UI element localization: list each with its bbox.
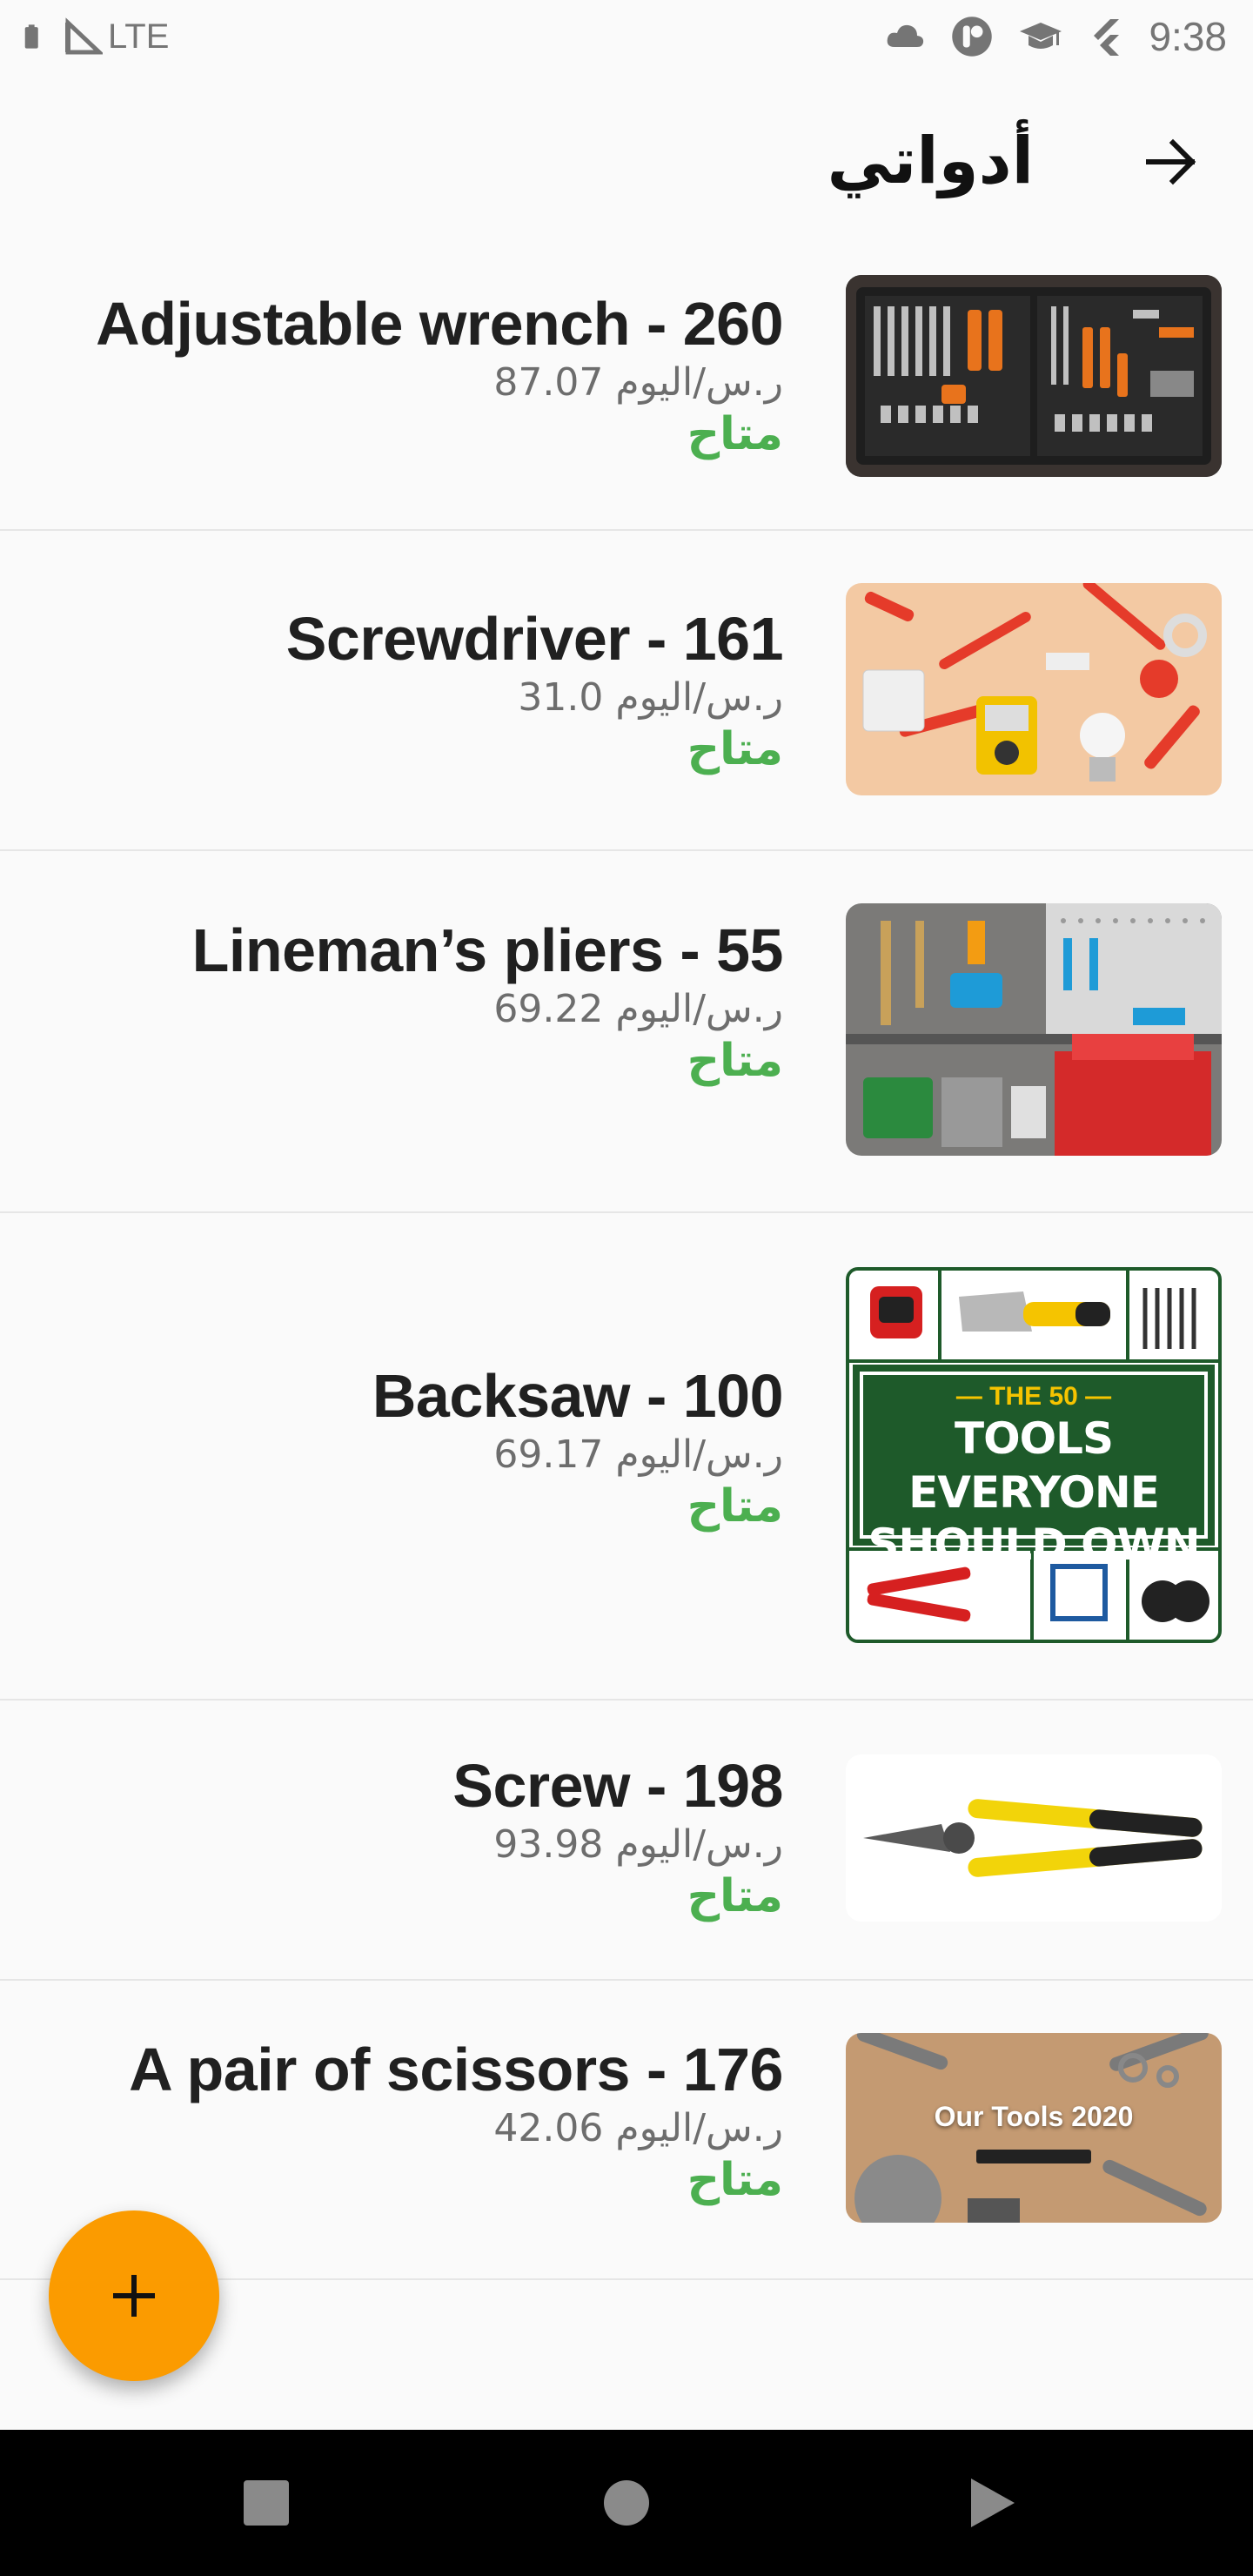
system-nav-bar bbox=[0, 2430, 1253, 2576]
tool-item[interactable]: — THE 50 — TOOLS EVERYONE SHOULD OWN Bac… bbox=[0, 1213, 1253, 1701]
tool-price: 87.07 ر.س/اليوم bbox=[493, 360, 783, 405]
tool-price: 93.98 ر.س/اليوم bbox=[493, 1822, 783, 1867]
tool-status: متاح bbox=[687, 2154, 783, 2206]
tool-status: متاح bbox=[687, 1035, 783, 1087]
tools-list: Adjustable wrench - 260 87.07 ر.س/اليوم … bbox=[0, 233, 1253, 2280]
pliers-image bbox=[846, 1754, 1222, 1922]
workshop-wall-image bbox=[846, 903, 1222, 1156]
image-banner-text: Our Tools 2020 bbox=[934, 2101, 1134, 2132]
clock: 9:38 bbox=[1149, 14, 1227, 59]
our-tools-image: Our Tools 2020 bbox=[846, 2033, 1222, 2223]
graduation-cap-icon bbox=[1020, 23, 1062, 49]
flutter-icon bbox=[1094, 19, 1120, 56]
back-nav-button[interactable] bbox=[964, 2475, 1020, 2531]
status-bar: LTE 9:38 bbox=[0, 0, 1253, 73]
poster-line-1: — THE 50 — bbox=[955, 1382, 1112, 1411]
tool-status: متاح bbox=[687, 723, 783, 775]
tool-title: Adjustable wrench - 260 bbox=[96, 290, 783, 358]
app-notification-icon bbox=[952, 17, 993, 57]
back-icon bbox=[971, 2479, 1015, 2527]
tool-title: Lineman’s pliers - 55 bbox=[191, 916, 784, 984]
app-bar: أدواتي bbox=[0, 87, 1253, 233]
battery-icon bbox=[24, 24, 38, 49]
recent-apps-icon bbox=[244, 2480, 289, 2526]
poster-headline: — THE 50 — TOOLS EVERYONE SHOULD OWN bbox=[849, 1382, 1218, 1570]
tool-price: 31.0 ر.س/اليوم bbox=[518, 675, 783, 720]
tool-status: متاح bbox=[687, 1870, 783, 1922]
tool-title: A pair of scissors - 176 bbox=[129, 2036, 783, 2103]
network-type: LTE bbox=[108, 17, 170, 56]
poster-line-2: TOOLS EVERYONE bbox=[908, 1413, 1160, 1518]
tool-status: متاح bbox=[687, 408, 783, 460]
tool-item[interactable]: Screwdriver - 161 31.0 ر.س/اليوم متاح bbox=[0, 531, 1253, 851]
arrow-right-icon bbox=[1146, 138, 1196, 185]
page-title: أدواتي bbox=[827, 124, 1034, 198]
tool-status: متاح bbox=[687, 1480, 783, 1533]
tool-item[interactable]: Screw - 198 93.98 ر.س/اليوم متاح bbox=[0, 1701, 1253, 1981]
home-icon bbox=[604, 2480, 649, 2526]
tool-price: 69.17 ر.س/اليوم bbox=[493, 1432, 783, 1477]
cloud-icon bbox=[888, 24, 924, 47]
add-tool-button[interactable] bbox=[49, 2210, 219, 2381]
recent-apps-button[interactable] bbox=[238, 2475, 294, 2531]
electrical-tools-image bbox=[846, 583, 1222, 795]
poster-line-3: SHOULD OWN bbox=[868, 1519, 1200, 1570]
back-button[interactable] bbox=[1129, 120, 1213, 204]
tool-item[interactable]: Adjustable wrench - 260 87.07 ر.س/اليوم … bbox=[0, 233, 1253, 531]
tools-poster-image: — THE 50 — TOOLS EVERYONE SHOULD OWN bbox=[846, 1267, 1222, 1643]
tool-title: Screw - 198 bbox=[452, 1752, 783, 1820]
home-button[interactable] bbox=[599, 2475, 654, 2531]
tool-price: 69.22 ر.س/اليوم bbox=[493, 987, 783, 1031]
tool-price: 42.06 ر.س/اليوم bbox=[493, 2106, 783, 2150]
toolbox-set-image bbox=[846, 275, 1222, 477]
plus-icon bbox=[113, 2275, 155, 2317]
signal-icon bbox=[65, 17, 103, 55]
tool-title: Screwdriver - 161 bbox=[285, 605, 784, 673]
tool-item[interactable]: Lineman’s pliers - 55 69.22 ر.س/اليوم مت… bbox=[0, 851, 1253, 1213]
tool-title: Backsaw - 100 bbox=[372, 1362, 784, 1430]
